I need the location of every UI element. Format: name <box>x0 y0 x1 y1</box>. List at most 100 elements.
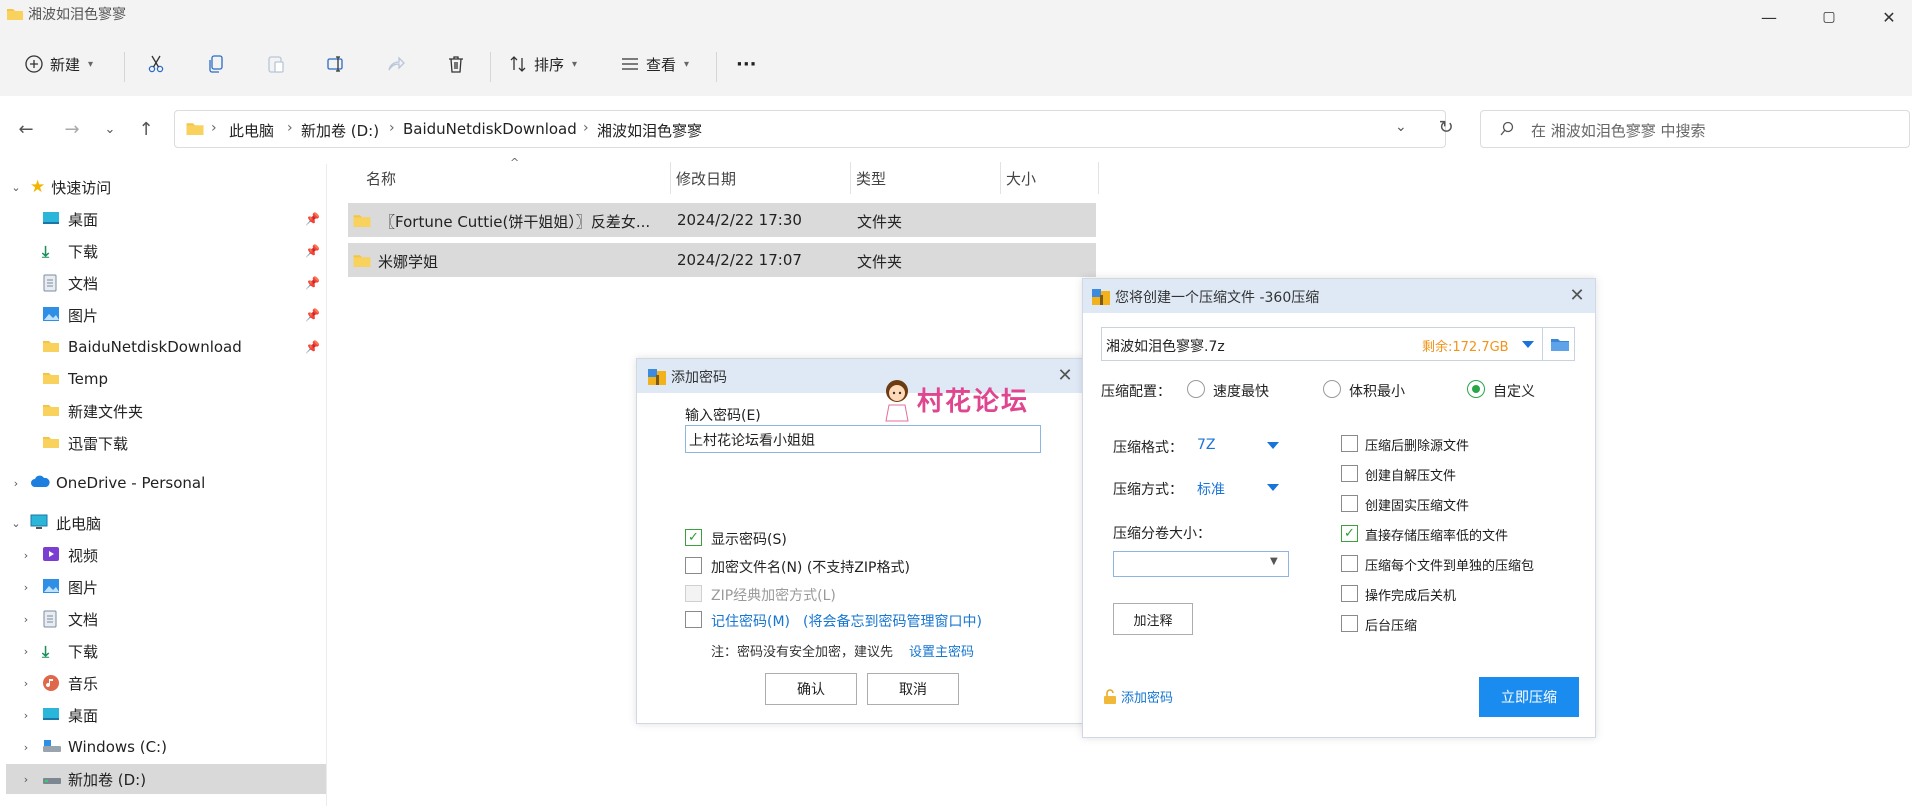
more-button[interactable]: ··· <box>736 46 757 82</box>
split-size-select[interactable]: ▼ <box>1113 551 1289 577</box>
sidebar-item-desktop[interactable]: › 桌面 <box>0 700 326 730</box>
sidebar-item-music[interactable]: › 音乐 <box>0 668 326 698</box>
sidebar-this-pc[interactable]: ⌄ 此电脑 <box>0 508 326 538</box>
sort-button[interactable]: 排序 ▾ <box>508 46 577 82</box>
confirm-button[interactable]: 确认 <box>765 673 857 705</box>
copy-button[interactable] <box>206 46 226 82</box>
encrypt-filenames-checkbox[interactable] <box>685 557 702 574</box>
custom-radio[interactable] <box>1467 380 1485 398</box>
back-button[interactable]: ← <box>12 116 40 142</box>
breadcrumb-this-pc[interactable]: 此电脑 <box>229 120 274 141</box>
self-extract-checkbox[interactable] <box>1341 465 1358 482</box>
chevron-down-icon[interactable]: ⌄ <box>1395 119 1407 135</box>
pin-icon[interactable]: 📌 <box>305 340 320 354</box>
new-button[interactable]: 新建 ▾ <box>24 46 93 82</box>
sidebar-quick-access[interactable]: ⌄ ★ 快速访问 <box>0 172 326 202</box>
sidebar-item-temp[interactable]: Temp <box>0 364 326 394</box>
pin-icon[interactable]: 📌 <box>305 212 320 226</box>
store-low-ratio-checkbox[interactable]: ✓ <box>1341 525 1358 542</box>
solid-archive-checkbox[interactable] <box>1341 495 1358 512</box>
cut-button[interactable] <box>146 46 166 82</box>
forward-button[interactable]: → <box>58 116 86 142</box>
breadcrumb-baidunetdisk[interactable]: BaiduNetdiskDownload <box>403 120 577 138</box>
separate-archives-checkbox[interactable] <box>1341 555 1358 572</box>
delete-source-checkbox[interactable] <box>1341 435 1358 452</box>
share-button[interactable] <box>386 46 406 82</box>
breadcrumb-drive-d[interactable]: 新加卷 (D:) <box>301 120 379 141</box>
column-header-size[interactable]: 大小 <box>1006 168 1036 190</box>
close-button[interactable]: ✕ <box>1866 2 1912 32</box>
chevron-right-icon[interactable]: › <box>20 741 32 754</box>
method-select[interactable]: 标准 <box>1193 473 1283 501</box>
chevron-right-icon[interactable]: › <box>20 581 32 594</box>
sidebar-item-thunder-downloads[interactable]: 迅雷下载 <box>0 428 326 458</box>
search-input[interactable]: 在 湘波如泪色寥寥 中搜索 <box>1531 120 1706 141</box>
column-header-type[interactable]: 类型 <box>856 168 886 190</box>
sidebar-item-videos[interactable]: › 视频 <box>0 540 326 570</box>
speed-fastest-radio[interactable] <box>1187 380 1205 398</box>
add-password-link[interactable]: 添加密码 <box>1103 687 1173 706</box>
up-button[interactable]: ↑ <box>132 116 160 142</box>
sidebar-item-new-folder[interactable]: 新建文件夹 <box>0 396 326 426</box>
chevron-right-icon[interactable]: › <box>20 613 32 626</box>
sidebar-item-downloads[interactable]: › ⤓ 下载 <box>0 636 326 666</box>
column-divider[interactable] <box>1098 162 1099 194</box>
recent-button[interactable]: ⌄ <box>96 116 124 142</box>
sidebar-item-pictures[interactable]: › 图片 <box>0 572 326 602</box>
pin-icon[interactable]: 📌 <box>305 276 320 290</box>
sidebar-item-documents[interactable]: › 文档 <box>0 604 326 634</box>
sidebar-item-pictures[interactable]: 图片 📌 <box>0 300 326 330</box>
output-path-field[interactable]: 湘波如泪色寥寥.7z 剩余:172.7GB <box>1101 327 1575 361</box>
file-row[interactable]: 米娜学姐 2024/2/22 17:07 文件夹 <box>348 243 1096 277</box>
browse-folder-icon[interactable] <box>1550 336 1570 352</box>
sidebar-item-drive-c[interactable]: › Windows (C:) <box>0 732 326 762</box>
sidebar-item-drive-d[interactable]: › 新加卷 (D:) <box>6 764 326 794</box>
minimize-button[interactable]: — <box>1746 2 1792 32</box>
chevron-down-icon[interactable]: ⌄ <box>10 181 22 194</box>
chevron-right-icon[interactable]: › <box>20 709 32 722</box>
zip-classic-checkbox[interactable] <box>685 585 702 602</box>
set-master-password-link[interactable]: 设置主密码 <box>909 641 974 660</box>
format-select[interactable]: 7Z <box>1193 431 1283 459</box>
close-button[interactable]: ✕ <box>1565 283 1589 307</box>
sidebar-item-desktop[interactable]: 桌面 📌 <box>0 204 326 234</box>
chevron-down-icon[interactable] <box>1522 341 1534 348</box>
cancel-button[interactable]: 取消 <box>867 673 959 705</box>
close-button[interactable]: ✕ <box>1053 363 1077 387</box>
maximize-button[interactable]: ▢ <box>1806 2 1852 32</box>
shutdown-after-checkbox[interactable] <box>1341 585 1358 602</box>
refresh-button[interactable]: ↻ <box>1432 114 1460 140</box>
delete-button[interactable] <box>446 46 466 82</box>
column-divider[interactable] <box>1000 162 1001 194</box>
breadcrumb-current-folder[interactable]: 湘波如泪色寥寥 <box>597 120 702 141</box>
rename-button[interactable] <box>326 46 346 82</box>
column-header-date[interactable]: 修改日期 <box>676 168 736 190</box>
column-header-name[interactable]: 名称 <box>366 168 396 190</box>
sidebar-item-baidunetdisk[interactable]: BaiduNetdiskDownload 📌 <box>0 332 326 362</box>
chevron-right-icon[interactable]: › <box>20 773 32 786</box>
remember-password-label[interactable]: 记住密码(M) <box>711 611 790 631</box>
paste-button[interactable] <box>266 46 286 82</box>
smallest-size-radio[interactable] <box>1323 380 1341 398</box>
remember-password-checkbox[interactable] <box>685 611 702 628</box>
compress-now-button[interactable]: 立即压缩 <box>1479 677 1579 717</box>
show-password-checkbox[interactable]: ✓ <box>685 529 702 546</box>
background-compress-checkbox[interactable] <box>1341 615 1358 632</box>
pin-icon[interactable]: 📌 <box>305 244 320 258</box>
sidebar-onedrive[interactable]: › OneDrive - Personal <box>0 468 326 498</box>
add-comment-button[interactable]: 加注释 <box>1113 603 1193 635</box>
password-input[interactable]: 上村花论坛看小姐姐 <box>685 425 1041 453</box>
chevron-right-icon[interactable]: › <box>10 477 22 490</box>
sidebar-item-documents[interactable]: 文档 📌 <box>0 268 326 298</box>
column-divider[interactable] <box>850 162 851 194</box>
chevron-right-icon[interactable]: › <box>20 549 32 562</box>
column-divider[interactable] <box>670 162 671 194</box>
file-row[interactable]: 〖Fortune Cuttie(饼干姐姐）〗反差女... 2024/2/22 1… <box>348 203 1096 237</box>
chevron-down-icon[interactable]: ⌄ <box>10 517 22 530</box>
view-button[interactable]: 查看 ▾ <box>620 46 689 82</box>
chevron-right-icon[interactable]: › <box>20 677 32 690</box>
search-box[interactable]: 在 湘波如泪色寥寥 中搜索 <box>1480 110 1910 148</box>
pin-icon[interactable]: 📌 <box>305 308 320 322</box>
sidebar-item-downloads[interactable]: ⤓ 下载 📌 <box>0 236 326 266</box>
chevron-right-icon[interactable]: › <box>20 645 32 658</box>
